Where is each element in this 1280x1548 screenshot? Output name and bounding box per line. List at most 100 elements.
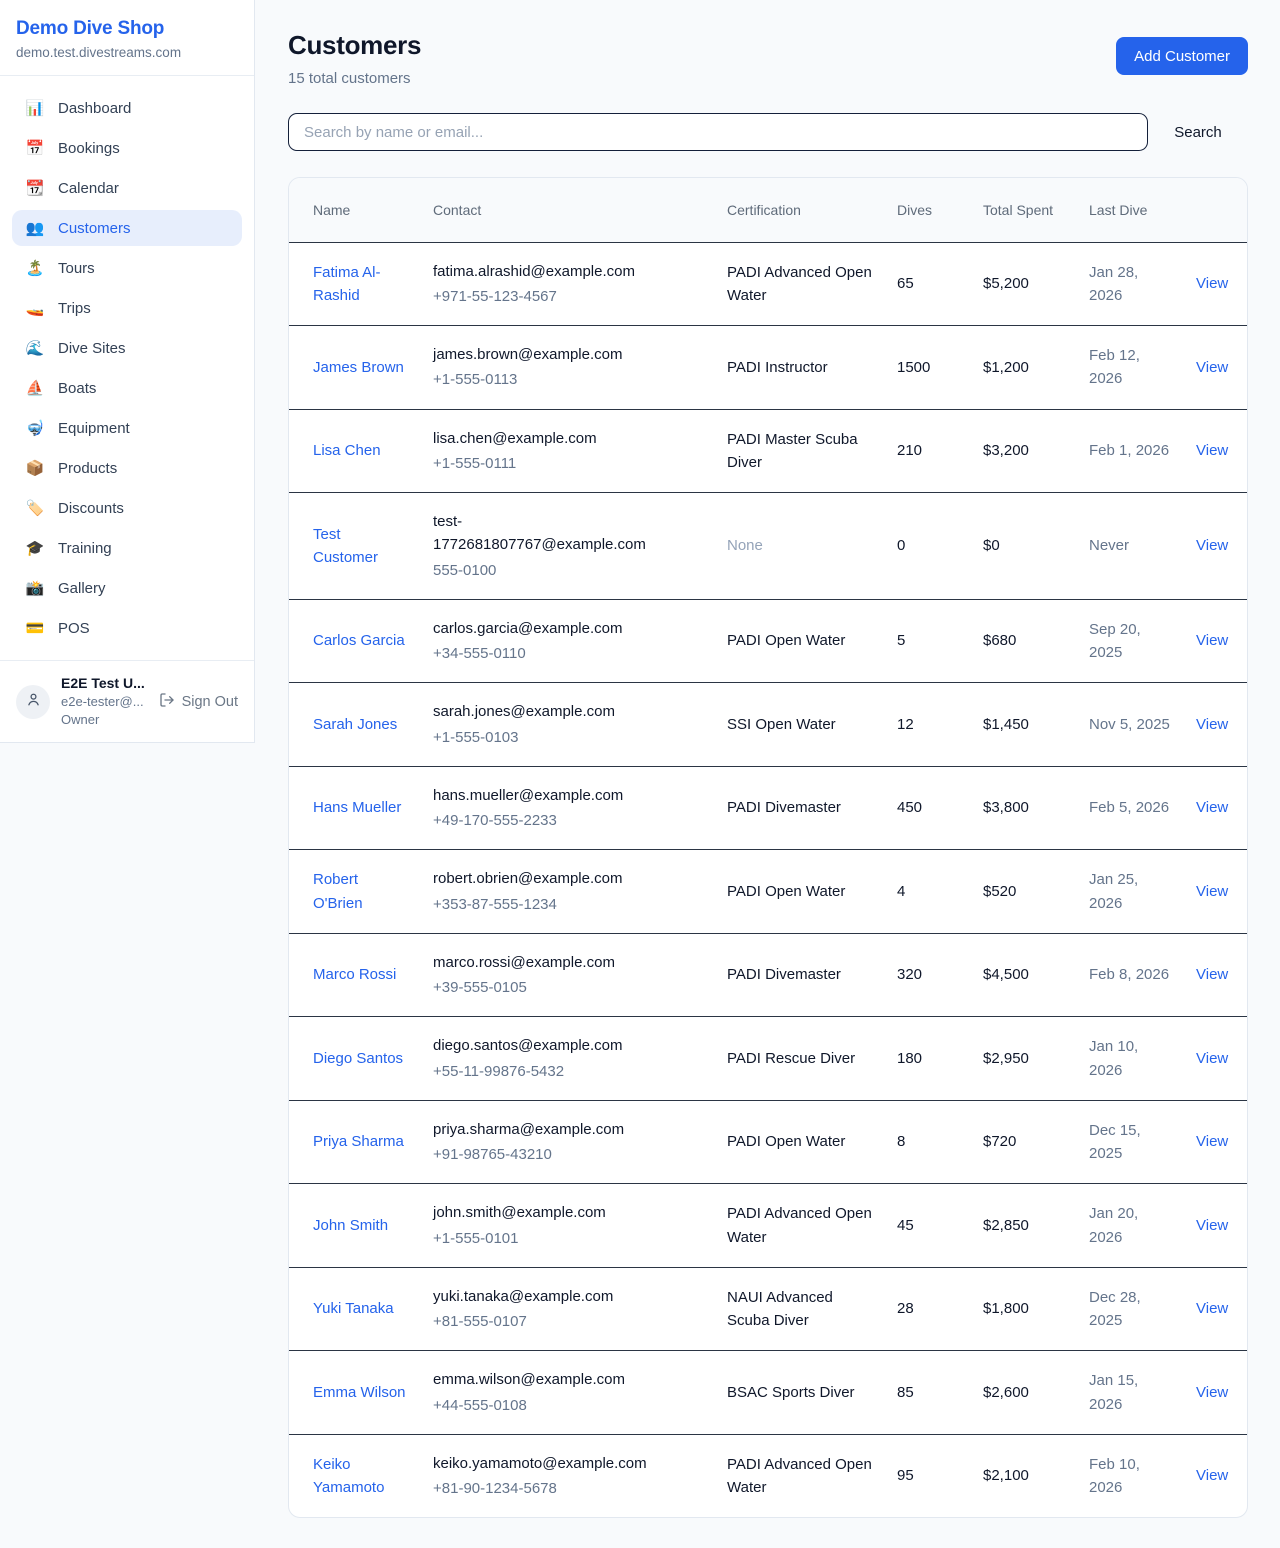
customer-phone: +1-555-0111 <box>433 452 659 475</box>
sidebar-item-label: Dashboard <box>58 100 131 117</box>
sidebar-item-gallery[interactable]: 📸 Gallery <box>12 570 242 606</box>
sidebar-item-boats[interactable]: ⛵ Boats <box>12 370 242 406</box>
customer-total-spent: $0 <box>971 493 1077 600</box>
sidebar-item-bookings[interactable]: 📅 Bookings <box>12 130 242 166</box>
customer-dives: 12 <box>885 683 971 767</box>
add-customer-button[interactable]: Add Customer <box>1116 37 1248 75</box>
customer-name-link[interactable]: Yuki Tanaka <box>313 1300 394 1317</box>
customer-name-link[interactable]: Fatima Al-Rashid <box>313 264 381 304</box>
sidebar-item-trips[interactable]: 🚤 Trips <box>12 290 242 326</box>
customer-email: sarah.jones@example.com <box>433 700 659 723</box>
customer-total-spent: $2,600 <box>971 1351 1077 1435</box>
customer-name-link[interactable]: Priya Sharma <box>313 1133 404 1150</box>
customer-total-spent: $720 <box>971 1100 1077 1184</box>
view-customer-link[interactable]: View <box>1196 966 1228 983</box>
sign-out-button[interactable]: Sign Out <box>159 692 238 712</box>
sidebar-item-dive-sites[interactable]: 🌊 Dive Sites <box>12 330 242 366</box>
boats-icon: ⛵ <box>25 379 45 397</box>
customer-row: Keiko Yamamoto keiko.yamamoto@example.co… <box>289 1434 1248 1517</box>
sidebar-item-equipment[interactable]: 🤿 Equipment <box>12 410 242 446</box>
page-header: Customers 15 total customers Add Custome… <box>288 30 1248 87</box>
sidebar-item-label: Equipment <box>58 420 130 437</box>
shop-title[interactable]: Demo Dive Shop <box>16 18 238 40</box>
customer-row: Sarah Jones sarah.jones@example.com +1-5… <box>289 683 1248 767</box>
search-row: Search <box>288 113 1248 151</box>
view-customer-link[interactable]: View <box>1196 1467 1228 1484</box>
view-customer-link[interactable]: View <box>1196 883 1228 900</box>
customer-row: Test Customer test-1772681807767@example… <box>289 493 1248 600</box>
user-meta: E2E Test U... e2e-tester@... Owner <box>61 675 148 728</box>
col-header-dives: Dives <box>885 178 971 242</box>
view-customer-link[interactable]: View <box>1196 537 1228 554</box>
customer-phone: 555-0100 <box>433 559 659 582</box>
col-header-certification: Certification <box>715 178 885 242</box>
customer-name-link[interactable]: Diego Santos <box>313 1050 403 1067</box>
customers-table-card: Name Contact Certification Dives Total S… <box>288 177 1248 1518</box>
sidebar-item-customers[interactable]: 👥 Customers <box>12 210 242 246</box>
view-customer-link[interactable]: View <box>1196 359 1228 376</box>
customer-email: diego.santos@example.com <box>433 1034 659 1057</box>
user-box: E2E Test U... e2e-tester@... Owner Sign … <box>0 660 254 742</box>
sidebar-item-label: Bookings <box>58 140 120 157</box>
customer-certification: None <box>715 493 885 600</box>
customer-name-link[interactable]: John Smith <box>313 1217 388 1234</box>
customer-name-link[interactable]: James Brown <box>313 359 404 376</box>
view-customer-link[interactable]: View <box>1196 716 1228 733</box>
customer-name-link[interactable]: Lisa Chen <box>313 442 381 459</box>
customer-email: fatima.alrashid@example.com <box>433 260 659 283</box>
customer-row: Carlos Garcia carlos.garcia@example.com … <box>289 599 1248 683</box>
sidebar-item-pos[interactable]: 💳 POS <box>12 610 242 646</box>
avatar <box>16 685 50 719</box>
customer-name-link[interactable]: Emma Wilson <box>313 1384 406 1401</box>
customer-certification: PADI Instructor <box>715 326 885 410</box>
search-input[interactable] <box>288 113 1148 151</box>
customer-total-spent: $1,200 <box>971 326 1077 410</box>
customer-name-link[interactable]: Robert O'Brien <box>313 871 363 911</box>
sidebar-item-tours[interactable]: 🏝️ Tours <box>12 250 242 286</box>
sidebar-item-training[interactable]: 🎓 Training <box>12 530 242 566</box>
shop-domain: demo.test.divestreams.com <box>16 45 238 60</box>
search-button[interactable]: Search <box>1148 124 1248 141</box>
sidebar-item-products[interactable]: 📦 Products <box>12 450 242 486</box>
customer-dives: 8 <box>885 1100 971 1184</box>
sidebar-item-dashboard[interactable]: 📊 Dashboard <box>12 90 242 126</box>
customer-dives: 95 <box>885 1434 971 1517</box>
customer-certification: PADI Advanced Open Water <box>715 242 885 326</box>
customer-name-link[interactable]: Hans Mueller <box>313 799 401 816</box>
customer-name-link[interactable]: Sarah Jones <box>313 716 397 733</box>
customer-certification: PADI Open Water <box>715 850 885 934</box>
view-customer-link[interactable]: View <box>1196 275 1228 292</box>
bookings-icon: 📅 <box>25 139 45 157</box>
sidebar-item-discounts[interactable]: 🏷️ Discounts <box>12 490 242 526</box>
view-customer-link[interactable]: View <box>1196 799 1228 816</box>
customer-phone: +44-555-0108 <box>433 1394 659 1417</box>
sidebar-item-calendar[interactable]: 📆 Calendar <box>12 170 242 206</box>
view-customer-link[interactable]: View <box>1196 1050 1228 1067</box>
customer-name-link[interactable]: Keiko Yamamoto <box>313 1456 384 1496</box>
customer-email: hans.mueller@example.com <box>433 784 659 807</box>
view-customer-link[interactable]: View <box>1196 1300 1228 1317</box>
pos-icon: 💳 <box>25 619 45 637</box>
customer-row: Yuki Tanaka yuki.tanaka@example.com +81-… <box>289 1267 1248 1351</box>
products-icon: 📦 <box>25 459 45 477</box>
customer-name-link[interactable]: Carlos Garcia <box>313 632 405 649</box>
view-customer-link[interactable]: View <box>1196 1384 1228 1401</box>
customer-dives: 85 <box>885 1351 971 1435</box>
customer-last-dive: Dec 28, 2025 <box>1077 1267 1184 1351</box>
view-customer-link[interactable]: View <box>1196 442 1228 459</box>
customer-last-dive: Feb 1, 2026 <box>1077 409 1184 493</box>
customer-row: James Brown james.brown@example.com +1-5… <box>289 326 1248 410</box>
customer-row: Priya Sharma priya.sharma@example.com +9… <box>289 1100 1248 1184</box>
customer-certification: PADI Master Scuba Diver <box>715 409 885 493</box>
customer-name-link[interactable]: Test Customer <box>313 526 378 566</box>
view-customer-link[interactable]: View <box>1196 632 1228 649</box>
customer-total-spent: $2,850 <box>971 1184 1077 1268</box>
customers-table: Name Contact Certification Dives Total S… <box>289 178 1248 1517</box>
customer-phone: +91-98765-43210 <box>433 1143 659 1166</box>
customer-email: test-1772681807767@example.com <box>433 510 659 557</box>
col-header-actions <box>1184 178 1248 242</box>
customer-row: John Smith john.smith@example.com +1-555… <box>289 1184 1248 1268</box>
customer-name-link[interactable]: Marco Rossi <box>313 966 396 983</box>
view-customer-link[interactable]: View <box>1196 1217 1228 1234</box>
view-customer-link[interactable]: View <box>1196 1133 1228 1150</box>
